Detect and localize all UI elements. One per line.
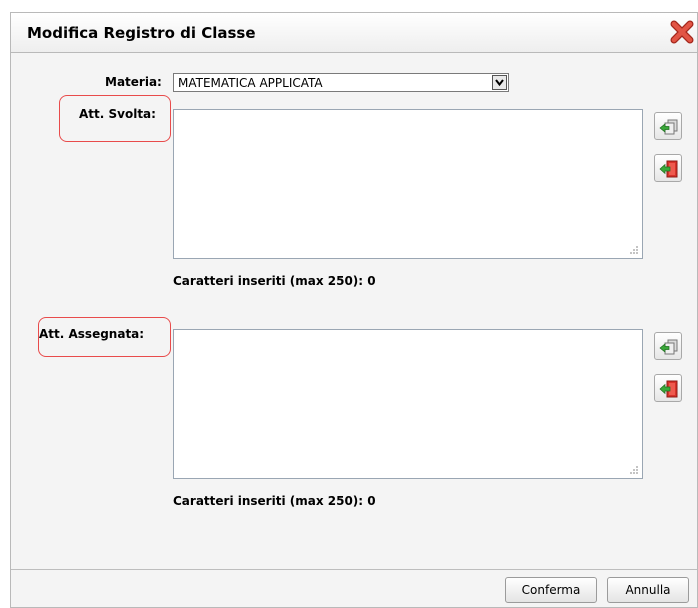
assegnata-char-counter: Caratteri inseriti (max 250): 0 — [173, 494, 376, 508]
edit-register-dialog: Modifica Registro di Classe Materia: MAT… — [10, 12, 698, 608]
confirm-button[interactable]: Conferma — [505, 577, 597, 603]
svolta-char-counter: Caratteri inseriti (max 250): 0 — [173, 274, 376, 288]
dialog-title: Modifica Registro di Classe — [27, 24, 256, 42]
svolta-copy-button[interactable] — [654, 112, 682, 140]
assegnata-exit-button[interactable] — [654, 374, 682, 402]
resize-grip-icon[interactable] — [629, 465, 639, 475]
materia-select[interactable]: MATEMATICA APPLICATA — [173, 73, 509, 92]
dialog-titlebar: Modifica Registro di Classe — [11, 13, 697, 53]
exit-icon — [659, 160, 678, 178]
resize-grip-icon[interactable] — [629, 245, 639, 255]
assegnata-textarea[interactable] — [173, 329, 643, 479]
exit-icon — [659, 380, 678, 398]
cancel-button[interactable]: Annulla — [607, 577, 689, 603]
copy-icon — [659, 119, 678, 135]
assegnata-label: Att. Assegnata: — [39, 327, 145, 341]
dialog-footer: Conferma Annulla — [11, 569, 697, 607]
svolta-label: Att. Svolta: — [79, 107, 156, 121]
copy-icon — [659, 339, 678, 355]
assegnata-copy-button[interactable] — [654, 332, 682, 360]
close-icon[interactable] — [669, 19, 695, 45]
svolta-textarea[interactable] — [173, 109, 643, 259]
materia-selected-value: MATEMATICA APPLICATA — [178, 76, 323, 90]
materia-label: Materia: — [105, 75, 162, 89]
chevron-down-icon[interactable] — [492, 75, 507, 90]
svolta-exit-button[interactable] — [654, 154, 682, 182]
